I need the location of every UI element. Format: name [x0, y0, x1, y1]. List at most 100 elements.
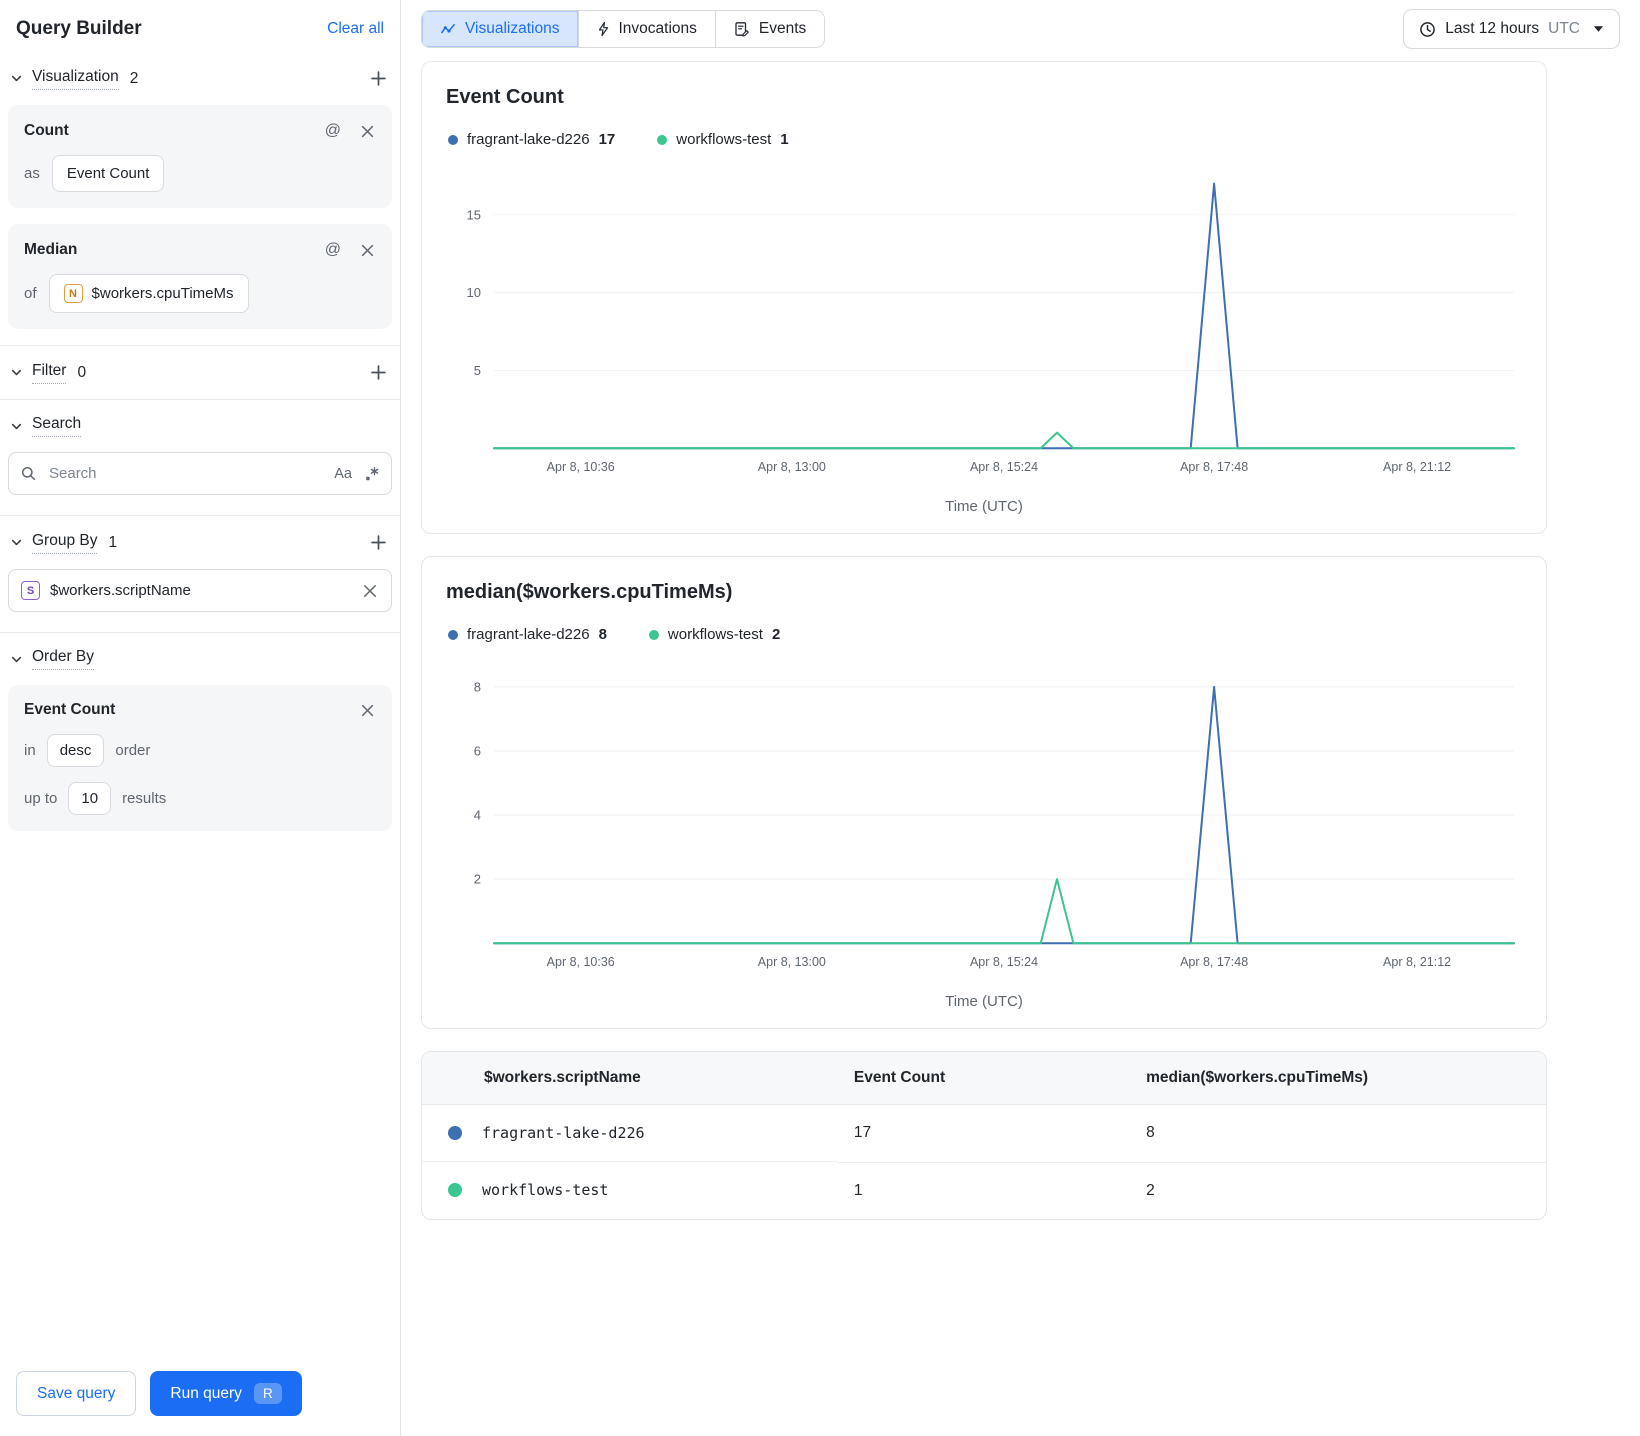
save-query-button[interactable]: Save query — [16, 1371, 137, 1416]
chart-line-icon — [440, 21, 456, 37]
event-count-alias-chip[interactable]: Event Count — [51, 155, 165, 192]
topbar: Visualizations Invocations Events Last 1… — [421, 0, 1620, 61]
run-query-button[interactable]: Run query R — [150, 1371, 302, 1416]
filter-section-header[interactable]: Filter 0 — [8, 348, 392, 397]
order-label: order — [115, 742, 151, 759]
group-by-section-label: Group By — [32, 532, 98, 554]
svg-text:Apr 8, 17:48: Apr 8, 17:48 — [1180, 955, 1248, 969]
mention-icon[interactable]: @ — [323, 121, 343, 141]
tab-invocations[interactable]: Invocations — [577, 11, 715, 47]
mention-icon[interactable]: @ — [323, 240, 343, 260]
tab-events[interactable]: Events — [714, 11, 825, 47]
median-value: 2 — [1146, 1181, 1155, 1199]
event-count-line-chart[interactable]: 5 10 15 Apr 8, 10:36 Apr 8, 13:00 Apr 8, 15:2… — [446, 160, 1522, 490]
event-count-value: 17 — [837, 1104, 1131, 1163]
timezone-label: UTC — [1548, 20, 1580, 37]
event-count-chart-card: Event Count fragrant-lake-d226 17 workfl… — [421, 61, 1547, 534]
result-limit-chip[interactable]: 10 — [68, 782, 112, 815]
close-icon[interactable] — [359, 702, 376, 719]
svg-text:Apr 8, 10:36: Apr 8, 10:36 — [547, 955, 615, 969]
visualization-count: 2 — [129, 69, 139, 87]
close-icon[interactable] — [359, 123, 376, 140]
order-by-field: Event Count — [24, 701, 116, 718]
svg-text:15: 15 — [467, 207, 481, 222]
view-tabs: Visualizations Invocations Events — [421, 10, 826, 48]
field-value: $workers.cpuTimeMs — [91, 285, 234, 302]
match-case-icon[interactable]: Aa — [334, 466, 352, 482]
order-by-section-header[interactable]: Order By — [8, 635, 392, 683]
tab-visualizations[interactable]: Visualizations — [422, 11, 578, 47]
median-cpu-line-chart[interactable]: 2 4 6 8 Apr 8, 10:36 Apr 8, 13:00 Apr 8, 15:24… — [446, 655, 1522, 985]
series-color-dot — [448, 1183, 462, 1197]
legend-series-name: fragrant-lake-d226 — [467, 131, 590, 148]
legend-item[interactable]: fragrant-lake-d226 8 — [448, 626, 607, 643]
results-table-body: fragrant-lake-d226 17 8 workflows-test 1 2 — [422, 1104, 1546, 1219]
search-section-header[interactable]: Search — [8, 402, 392, 450]
clear-all-link[interactable]: Clear all — [327, 20, 384, 38]
close-icon[interactable] — [361, 582, 379, 600]
add-group-by-button[interactable] — [367, 531, 390, 554]
table-row: fragrant-lake-d226 17 8 — [422, 1104, 1546, 1163]
svg-text:Apr 8, 13:00: Apr 8, 13:00 — [758, 460, 826, 474]
svg-text:4: 4 — [474, 808, 481, 823]
svg-text:6: 6 — [474, 744, 481, 759]
chevron-down-icon — [10, 72, 23, 85]
search-section-label: Search — [32, 415, 82, 437]
chart-title: median($workers.cpuTimeMs) — [446, 581, 733, 603]
median-cpu-chart-card: median($workers.cpuTimeMs) fragrant-lake… — [421, 556, 1547, 1029]
lightning-icon — [597, 21, 610, 37]
legend-item[interactable]: workflows-test 2 — [648, 626, 780, 643]
search-icon — [21, 466, 36, 486]
results-label: results — [122, 790, 167, 807]
svg-text:Apr 8, 10:36: Apr 8, 10:36 — [547, 460, 615, 474]
main-content: Visualizations Invocations Events Last 1… — [401, 0, 1640, 1436]
chevron-down-icon — [10, 536, 23, 549]
regex-icon[interactable] — [364, 466, 380, 482]
chevron-down-icon — [1593, 25, 1604, 33]
legend-item[interactable]: fragrant-lake-d226 17 — [448, 131, 615, 148]
svg-text:5: 5 — [474, 363, 481, 378]
svg-text:10: 10 — [467, 285, 481, 300]
add-visualization-button[interactable] — [367, 67, 390, 90]
visualization-card-count: Count @ as Event Count — [8, 105, 392, 208]
add-filter-button[interactable] — [367, 361, 390, 384]
legend-item[interactable]: workflows-test 1 — [657, 131, 789, 148]
group-by-count: 1 — [108, 533, 118, 551]
results-table-card: $workers.scriptName Event Count median($… — [421, 1051, 1547, 1220]
series-color-dot — [657, 134, 668, 145]
chevron-down-icon — [10, 420, 23, 433]
svg-text:Apr 8, 15:24: Apr 8, 15:24 — [970, 955, 1038, 969]
sort-direction-chip[interactable]: desc — [46, 734, 105, 767]
alias-value: Event Count — [66, 165, 150, 182]
app-root: Query Builder Clear all Visualization 2 … — [0, 0, 1640, 1436]
legend-series-name: workflows-test — [667, 626, 763, 643]
chart-legend: fragrant-lake-d226 8 workflows-test 2 — [448, 626, 1522, 643]
legend-series-name: fragrant-lake-d226 — [467, 626, 590, 643]
time-range-label: Last 12 hours — [1445, 20, 1540, 37]
close-icon[interactable] — [359, 242, 376, 259]
page-title: Query Builder — [16, 18, 142, 39]
svg-text:Apr 8, 15:24: Apr 8, 15:24 — [970, 460, 1038, 474]
svg-text:Apr 8, 13:00: Apr 8, 13:00 — [758, 955, 826, 969]
x-axis-label: Time (UTC) — [945, 498, 1023, 515]
legend-series-name: workflows-test — [676, 131, 772, 148]
group-by-item[interactable]: S $workers.scriptName — [8, 569, 392, 612]
run-query-shortcut-badge: R — [253, 1383, 282, 1404]
legend-series-value: 17 — [598, 131, 616, 148]
legend-series-value: 1 — [780, 131, 789, 148]
time-range-selector[interactable]: Last 12 hours UTC — [1403, 9, 1620, 49]
median-field-chip[interactable]: N $workers.cpuTimeMs — [48, 274, 249, 313]
run-query-label: Run query — [170, 1384, 242, 1402]
tab-label: Invocations — [618, 20, 697, 37]
event-count-value: 1 — [853, 1181, 863, 1199]
chevron-down-icon — [10, 366, 23, 379]
group-by-field: $workers.scriptName — [50, 582, 191, 599]
median-value: 8 — [1130, 1104, 1546, 1163]
in-label: in — [24, 742, 36, 759]
group-by-section-header[interactable]: Group By 1 — [8, 518, 392, 567]
visualization-section-label: Visualization — [32, 68, 119, 90]
as-label: as — [24, 165, 40, 182]
visualization-section-header[interactable]: Visualization 2 — [8, 54, 392, 103]
filter-section-label: Filter — [32, 362, 67, 384]
col-event-count: Event Count — [837, 1052, 1131, 1105]
